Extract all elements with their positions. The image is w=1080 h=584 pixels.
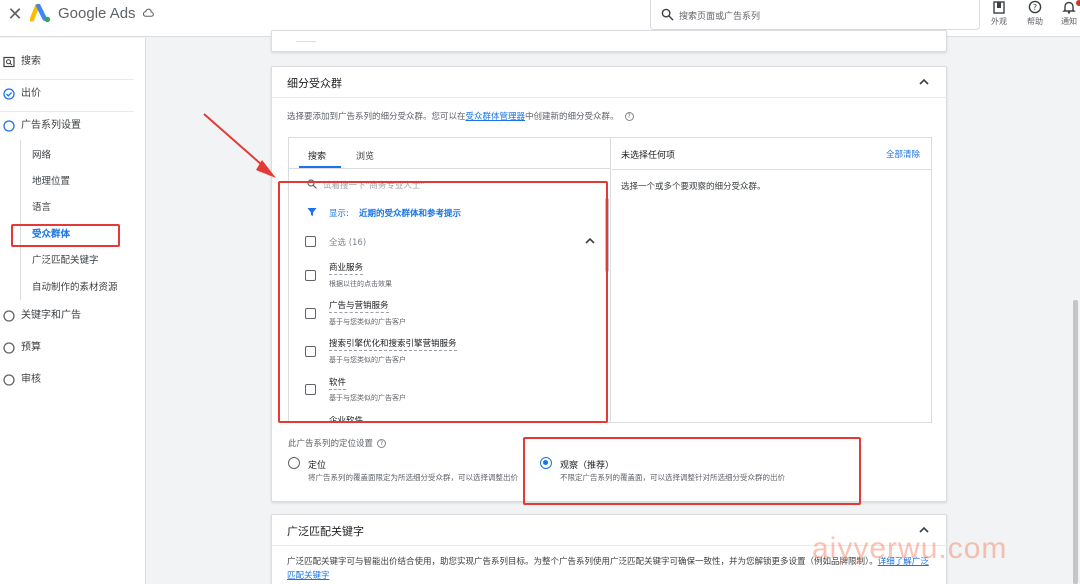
- targeting-setting-label: 此广告系列的定位设置?: [288, 437, 387, 449]
- circle-icon: [3, 374, 15, 386]
- subnav-line: [20, 140, 21, 300]
- sidebar-item-search[interactable]: 搜索: [0, 52, 146, 72]
- sidebar-item-label: 审核: [21, 374, 41, 385]
- description-text: 选择要添加到广告系列的细分受众群。您可以在: [287, 112, 466, 122]
- picker-tabs: 搜索 浏览: [289, 138, 610, 169]
- chevron-up-icon[interactable]: [917, 75, 931, 89]
- check-circle-icon: [3, 88, 15, 100]
- cloud-sync-icon: [143, 8, 154, 17]
- subnav-broad-match[interactable]: 广泛匹配关键字: [32, 254, 99, 268]
- divider: [0, 111, 134, 112]
- annotation-box-observation: [523, 437, 861, 505]
- tab-browse[interactable]: 浏览: [356, 149, 374, 162]
- notification-badge: [1076, 0, 1080, 6]
- sidebar-item-label: 搜索: [21, 56, 41, 67]
- appearance-label: 外观: [991, 17, 1007, 26]
- targeting-radio[interactable]: [288, 457, 300, 469]
- help-label: 帮助: [1027, 17, 1043, 26]
- notifications-label: 通知: [1061, 17, 1077, 26]
- watermark: aiyyerwu.com: [812, 532, 1008, 565]
- selected-hint: 选择一个或多个要观察的细分受众群。: [621, 182, 766, 192]
- help-icon[interactable]: ?: [624, 112, 634, 121]
- subnav-networks[interactable]: 网络: [32, 149, 51, 163]
- section-description: 选择要添加到广告系列的细分受众群。您可以在受众群体管理器中创建新的细分受众群。?: [287, 110, 634, 122]
- search-placeholder: 搜索页面或广告系列: [679, 12, 761, 22]
- description-text: 中创建新的细分受众群。: [525, 112, 619, 122]
- help-button[interactable]: ? 帮助: [1020, 0, 1050, 30]
- subnav-locations[interactable]: 地理位置: [32, 175, 70, 189]
- clear-all-button[interactable]: 全部清除: [886, 148, 920, 160]
- divider: [612, 169, 932, 170]
- notifications-button[interactable]: 通知: [1054, 0, 1080, 30]
- active-tab-indicator: [299, 166, 341, 168]
- sidebar-item-label: 关键字和广告: [21, 310, 81, 321]
- sidebar: 搜索 出价 广告系列设置 网络 地理位置 语言 受众群体 广泛匹配关键字 自动制…: [0, 38, 146, 584]
- subnav-auto-assets[interactable]: 自动制作的素材资源: [32, 281, 118, 295]
- divider: [0, 79, 134, 80]
- divider: [296, 41, 316, 42]
- targeting-label-text: 此广告系列的定位设置: [288, 439, 374, 449]
- sidebar-item-bidding[interactable]: 出价: [0, 84, 146, 104]
- search-icon: [3, 56, 15, 68]
- annotation-box-sidebar: [11, 224, 120, 247]
- sidebar-item-review[interactable]: 审核: [0, 370, 146, 390]
- page-search-input[interactable]: 搜索页面或广告系列: [650, 0, 980, 30]
- help-icon: ?: [1028, 0, 1042, 14]
- bell-icon: [1062, 1, 1076, 14]
- annotation-arrow: [203, 113, 276, 178]
- circle-icon: [3, 120, 15, 132]
- circle-icon: [3, 342, 15, 354]
- selected-title: 未选择任何项: [621, 151, 676, 161]
- sidebar-item-budget[interactable]: 预算: [0, 338, 146, 358]
- subnav-languages[interactable]: 语言: [32, 201, 51, 215]
- appearance-button[interactable]: 外观: [984, 0, 1014, 30]
- description-text: 广泛匹配关键字可与智能出价结合使用，助您实现广告系列目标。为整个广告系列使用广泛…: [287, 557, 878, 567]
- section-title: 广泛匹配关键字: [287, 525, 364, 538]
- page-scrollbar[interactable]: [1073, 300, 1078, 584]
- sidebar-item-label: 预算: [21, 342, 41, 353]
- circle-icon: [3, 310, 15, 322]
- brand-name: Google Ads: [58, 5, 136, 22]
- section-title: 细分受众群: [287, 77, 342, 90]
- sidebar-item-label: 广告系列设置: [21, 120, 81, 131]
- divider: [272, 97, 948, 98]
- search-icon: [661, 8, 674, 21]
- close-icon[interactable]: ✕: [4, 4, 26, 26]
- annotation-box-list: [278, 181, 608, 423]
- targeting-option-title: 定位: [308, 461, 327, 471]
- appearance-icon: [993, 1, 1005, 14]
- google-ads-logo: [30, 4, 51, 23]
- sidebar-item-campaign-settings[interactable]: 广告系列设置: [0, 116, 146, 136]
- tab-search[interactable]: 搜索: [308, 149, 326, 162]
- previous-section-card: [271, 30, 947, 52]
- audience-manager-link[interactable]: 受众群体管理器: [466, 112, 526, 122]
- svg-text:?: ?: [1033, 3, 1037, 12]
- targeting-option-desc: 将广告系列的覆盖面限定为所选细分受众群，可以选择调整出价: [308, 473, 518, 482]
- help-icon[interactable]: ?: [377, 439, 387, 448]
- sidebar-item-keywords-ads[interactable]: 关键字和广告: [0, 306, 146, 326]
- sidebar-item-label: 出价: [21, 88, 41, 99]
